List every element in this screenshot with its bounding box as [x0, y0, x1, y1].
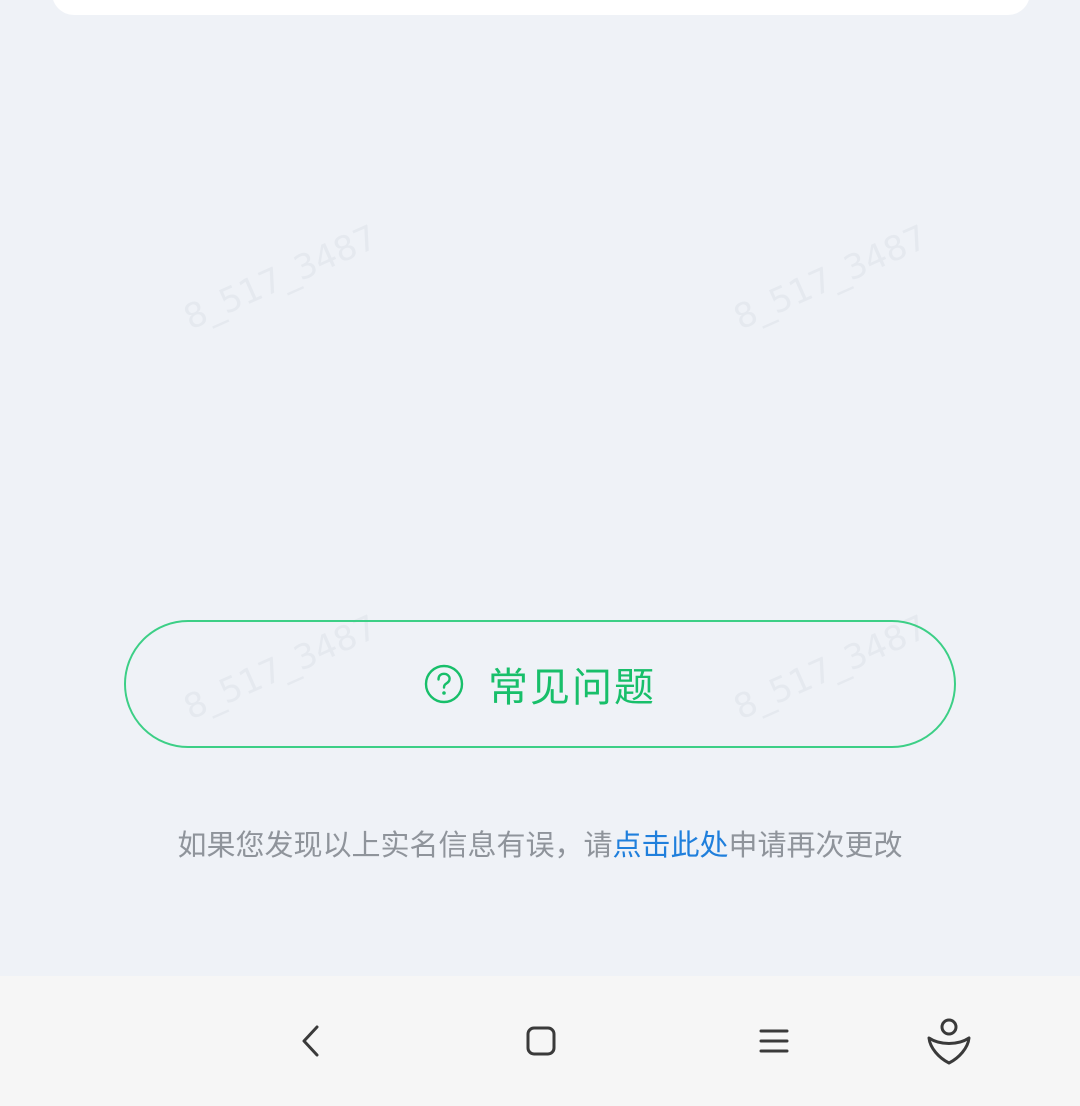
hamburger-icon: [759, 1029, 789, 1053]
watermark: 8_517_3487: [177, 217, 384, 339]
watermark: 8_517_3487: [727, 217, 934, 339]
home-button[interactable]: [481, 976, 601, 1106]
faq-button[interactable]: 常见问题: [124, 620, 956, 748]
back-button[interactable]: [251, 976, 371, 1106]
correction-notice: 如果您发现以上实名信息有误，请点击此处申请再次更改: [0, 822, 1080, 864]
square-icon: [526, 1026, 556, 1056]
faq-label: 常见问题: [488, 665, 656, 711]
correction-notice-prefix: 如果您发现以上实名信息有误，请: [177, 828, 613, 862]
system-navigation-bar: [0, 976, 1080, 1106]
assistant-button[interactable]: [889, 976, 1009, 1106]
info-card-bottom: [52, 0, 1030, 15]
correction-notice-suffix: 申请再次更改: [728, 828, 903, 862]
menu-button[interactable]: [714, 976, 834, 1106]
assistant-person-icon: [927, 1018, 971, 1065]
chevron-left-icon: [302, 1025, 319, 1057]
click-here-link[interactable]: 点击此处: [612, 828, 728, 862]
question-circle-icon: [424, 664, 464, 704]
